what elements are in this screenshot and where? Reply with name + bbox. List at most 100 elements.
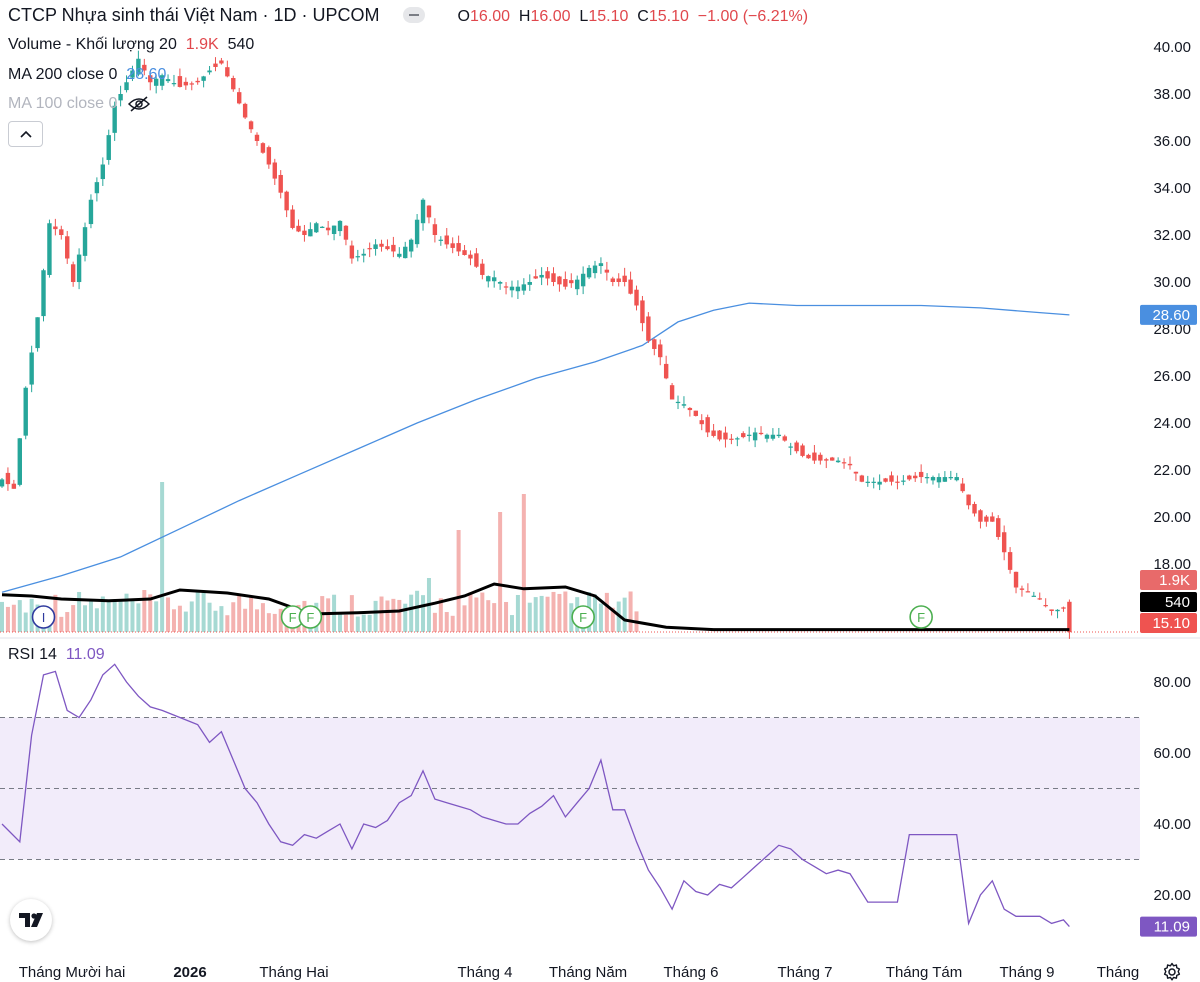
candle-body [942, 477, 948, 482]
candle-body [557, 276, 562, 285]
volume-bar [504, 601, 509, 632]
volume-bar [557, 593, 562, 632]
chart-canvas[interactable]: I F F F F40.0038.0036.0034.0032.0030.0028.00… [0, 0, 1200, 982]
eye-hidden-icon[interactable] [127, 96, 150, 112]
rsi-tick-label: 60.00 [1153, 745, 1191, 762]
ma200-value: 28.60 [126, 66, 167, 83]
volume-bar [409, 594, 414, 632]
ma100-legend[interactable]: MA 100 close 0 [8, 95, 150, 113]
volume-bar [254, 609, 259, 632]
collapse-indicators-button[interactable] [8, 121, 43, 147]
gear-icon[interactable] [1162, 962, 1182, 982]
volume-bar [136, 603, 141, 632]
ma200-legend[interactable]: MA 200 close 0 28.60 [8, 66, 166, 84]
volume-bar [421, 595, 426, 632]
volume-bar [527, 602, 532, 632]
candle-body [385, 246, 390, 250]
volume-bar [177, 605, 182, 632]
candle-body [254, 134, 260, 141]
candle-body [302, 230, 307, 235]
rsi-legend[interactable]: RSI 14 11.09 [8, 646, 105, 664]
candle-body [391, 244, 396, 252]
candle-body [53, 226, 58, 230]
volume-bar [509, 615, 514, 632]
price-tick-label: 30.00 [1153, 274, 1191, 291]
candle-body [486, 276, 491, 282]
price-tick-label: 36.00 [1153, 133, 1191, 150]
candle-body [82, 227, 88, 256]
volume-bar [207, 602, 212, 632]
volume-bar [88, 599, 93, 632]
candle-body [575, 279, 580, 290]
volume-ma-value: 540 [227, 36, 255, 53]
candle-body [450, 243, 455, 248]
candle-body [1013, 571, 1019, 588]
candle-body [960, 483, 965, 492]
volume-bar [498, 512, 503, 632]
candle-body [5, 472, 11, 485]
volume-bar [444, 612, 449, 632]
candle-body [88, 199, 94, 225]
candle-body [610, 278, 615, 282]
volume-bar [367, 614, 372, 632]
candle-body [824, 459, 829, 461]
candle-body [551, 273, 556, 282]
time-axis-label: Tháng 4 [457, 964, 512, 981]
candle-body [990, 516, 995, 522]
tv-logo-icon [19, 913, 43, 927]
candle-body [213, 63, 218, 67]
candle-body [41, 270, 46, 317]
candle-body [681, 404, 687, 406]
candle-body [978, 510, 983, 522]
candle-body [23, 387, 28, 436]
volume-ma-badge: 540 [1165, 594, 1190, 611]
candle-body [741, 433, 746, 438]
symbol-title: CTCP Nhựa sinh thái Việt Nam · 1D · UPCO… [8, 5, 380, 25]
last-price-badge: 15.10 [1152, 615, 1190, 632]
volume-bar [539, 595, 544, 632]
candle-body [936, 477, 942, 483]
candle-body [1037, 598, 1042, 600]
candle-body [237, 92, 242, 104]
candle-body [954, 477, 959, 481]
volume-bar [468, 592, 473, 632]
candle-body [1025, 591, 1031, 593]
marker-label: F [289, 610, 297, 625]
candle-body [871, 481, 876, 483]
candle-body [272, 162, 277, 179]
candle-body [563, 279, 568, 287]
time-axis-label: Tháng 7 [777, 964, 832, 981]
ma200-badge: 28.60 [1152, 307, 1190, 324]
candle-body [675, 401, 681, 404]
candle-body [225, 67, 230, 77]
candle-body [432, 224, 438, 235]
chevron-up-icon [19, 130, 32, 138]
candle-body [231, 78, 236, 90]
candle-body [296, 225, 301, 232]
rsi-tick-label: 40.00 [1153, 816, 1191, 833]
candle-body [1067, 601, 1072, 633]
candle-body [776, 434, 782, 437]
tradingview-logo[interactable] [10, 899, 52, 941]
volume-bar [142, 590, 147, 632]
candle-body [847, 463, 853, 466]
candle-body [770, 434, 776, 439]
volume-legend[interactable]: Volume - Khối lượng 20 1.9K 540 [8, 36, 254, 54]
candle-body [723, 432, 728, 440]
candle-body [841, 462, 847, 464]
time-axis-label: Tháng Hai [259, 964, 328, 981]
candle-body [812, 452, 817, 461]
candle-body [266, 147, 272, 165]
candle-body [1001, 532, 1007, 553]
candle-body [171, 83, 177, 85]
candle-body [47, 223, 52, 275]
candle-body [907, 475, 912, 480]
volume-bar [551, 591, 556, 632]
collapse-legend-icon[interactable] [402, 7, 425, 23]
volume-bar [338, 612, 343, 632]
candle-body [337, 220, 343, 232]
candle-body [658, 344, 663, 358]
candle-body [503, 286, 509, 288]
volume-bar [373, 600, 378, 632]
candle-body [533, 276, 538, 279]
